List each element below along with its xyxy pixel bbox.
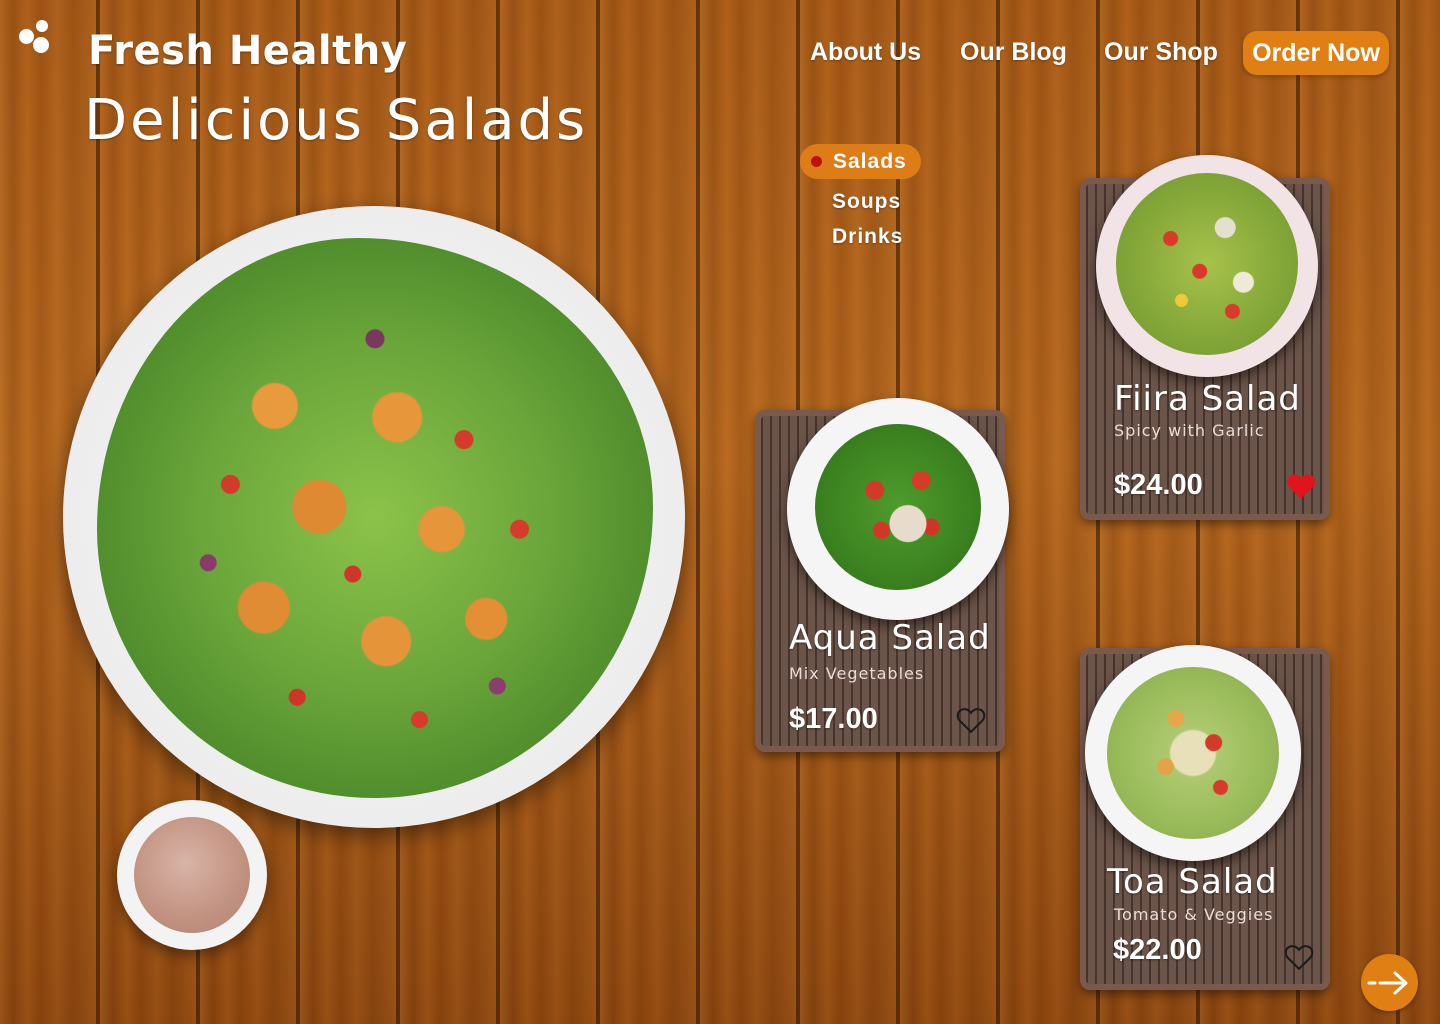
page-headline: Delicious Salads: [84, 88, 589, 153]
product-price: $17.00: [789, 703, 878, 735]
dressing-bowl-image: [117, 800, 267, 950]
category-salads[interactable]: Salads: [800, 144, 921, 179]
product-price: $24.00: [1114, 469, 1203, 501]
heart-outline-icon[interactable]: [956, 706, 986, 734]
fiira-salad-image: [1096, 155, 1318, 377]
aqua-salad-image: [787, 398, 1009, 620]
order-now-button[interactable]: Order Now: [1243, 31, 1389, 75]
category-salads-label: Salads: [833, 150, 907, 173]
category-drinks[interactable]: Drinks: [832, 225, 903, 249]
nav-our-blog[interactable]: Our Blog: [960, 38, 1067, 67]
nav-our-shop[interactable]: Our Shop: [1104, 38, 1218, 67]
brand-name: Fresh Healthy: [88, 28, 408, 74]
toa-salad-image: [1085, 645, 1301, 861]
product-description: Mix Vegetables: [789, 664, 925, 683]
next-button[interactable]: [1361, 954, 1418, 1011]
hero-salad-plate-image: [63, 206, 685, 828]
product-name: Fiira Salad: [1114, 379, 1301, 419]
arrow-right-icon: [1367, 971, 1408, 995]
product-name: Toa Salad: [1107, 862, 1278, 902]
nav-about-us[interactable]: About Us: [810, 38, 921, 67]
product-description: Spicy with Garlic: [1114, 421, 1265, 440]
product-price: $22.00: [1113, 934, 1202, 966]
product-description: Tomato & Veggies: [1114, 905, 1274, 924]
heart-outline-icon[interactable]: [1284, 943, 1314, 971]
category-soups[interactable]: Soups: [832, 190, 901, 214]
heart-filled-icon[interactable]: [1286, 472, 1316, 500]
product-name: Aqua Salad: [789, 618, 991, 658]
logo-icon[interactable]: [16, 18, 56, 58]
active-dot-icon: [811, 156, 822, 167]
